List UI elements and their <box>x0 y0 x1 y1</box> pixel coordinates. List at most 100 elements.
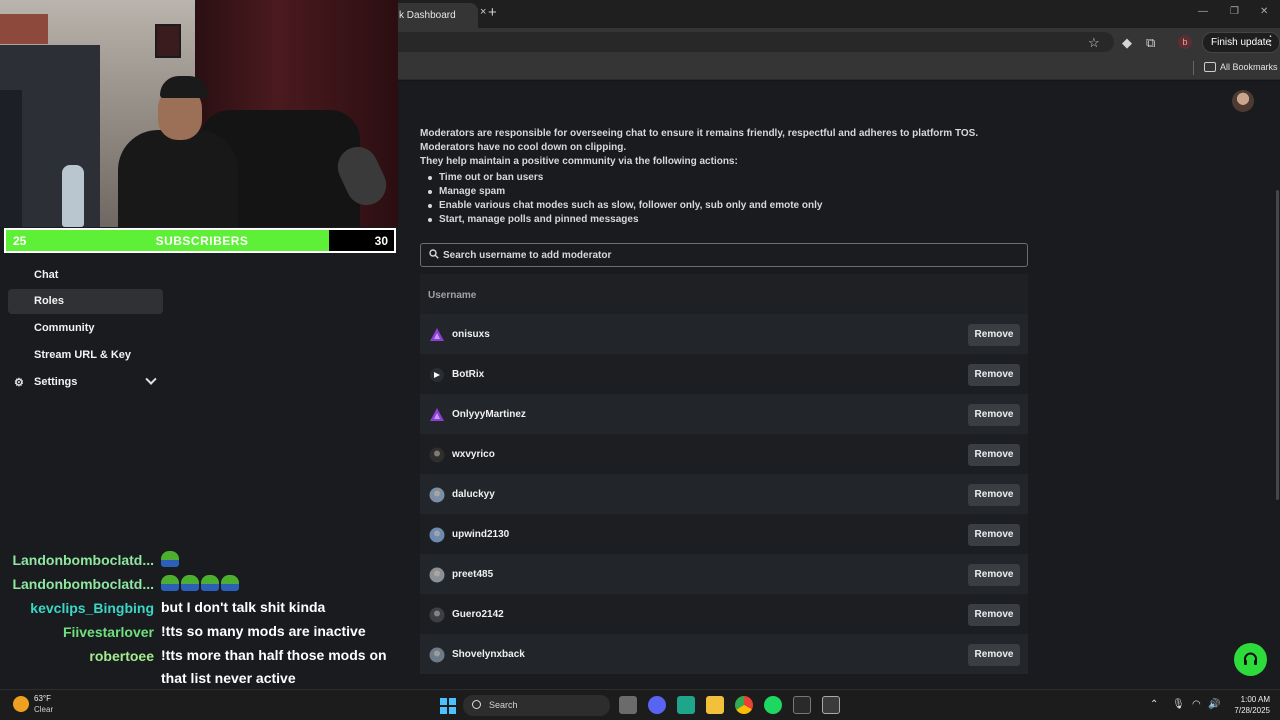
sidebar-item-label: Chat <box>34 269 59 281</box>
avatar-icon <box>429 487 445 503</box>
remove-moderator-button[interactable]: Remove <box>968 444 1020 466</box>
chat-username[interactable]: Landonbomboclatd... <box>12 552 154 568</box>
remove-moderator-button[interactable]: Remove <box>968 484 1020 506</box>
weather-moon-icon[interactable] <box>13 696 29 712</box>
chat-message-text: !tts so many mods are inactive <box>161 623 366 639</box>
epic-games-icon[interactable] <box>822 696 840 714</box>
chat-username[interactable]: robertoee <box>89 648 154 664</box>
close-window-icon[interactable]: ✕ <box>1260 6 1268 17</box>
chat-message-text: but I don't talk shit kinda <box>161 599 326 615</box>
table-row: upwind2130 Remove <box>420 514 1028 554</box>
taskbar-search-label: Search <box>489 700 518 710</box>
subscriber-goal-label: SUBSCRIBERS <box>155 234 249 248</box>
sidebar-item-settings[interactable]: ⚙ Settings <box>8 370 163 395</box>
remove-moderator-button[interactable]: Remove <box>968 404 1020 426</box>
tray-expand-icon[interactable]: ⌃ <box>1150 699 1158 710</box>
moderator-username: BotRix <box>452 369 485 380</box>
chat-text: but I don't talk shit kinda <box>161 596 396 619</box>
sidebar-item-community[interactable]: Community <box>8 316 163 341</box>
column-header-username: Username <box>420 274 1028 314</box>
chat-username[interactable]: Landonbomboclatd... <box>12 576 154 592</box>
tab-title: k Dashboard <box>399 10 456 21</box>
clock-date[interactable]: 7/28/2025 <box>1218 706 1270 715</box>
spotify-icon[interactable] <box>764 696 782 714</box>
new-tab-icon[interactable]: + <box>488 4 497 21</box>
taskbar-search[interactable]: Search <box>463 695 610 716</box>
moderator-username: OnlyyyMartinez <box>452 409 526 420</box>
tab-close-icon[interactable]: × <box>480 6 486 18</box>
cam-decor <box>160 76 208 98</box>
moderators-table: Username onisuxs Remove BotRix Remove Onlyyy… <box>420 274 1028 674</box>
sidebar-item-label: Stream URL & Key <box>34 349 131 361</box>
sidebar-item-label: Settings <box>34 376 78 388</box>
bookmarks-bar: All Bookmarks <box>398 56 1280 80</box>
cam-decor <box>155 24 181 58</box>
wifi-icon[interactable]: ◠ <box>1192 699 1201 710</box>
sidebar-item-label: Roles <box>34 295 64 307</box>
avatar-icon <box>429 607 445 623</box>
moderator-username: daluckyy <box>452 489 495 500</box>
action-item: Time out or ban users <box>420 171 1040 185</box>
file-explorer-icon[interactable] <box>706 696 724 714</box>
profile-avatar[interactable]: b <box>1178 35 1192 49</box>
weather-temperature: 63°F <box>34 694 51 703</box>
bookmark-star-icon[interactable]: ☆ <box>1088 35 1100 51</box>
screen: k Dashboard × + — ❐ ✕ ☆ ◆ ⧉ b Finish upd… <box>0 0 1280 720</box>
maximize-icon[interactable]: ❐ <box>1230 6 1239 17</box>
add-moderator-search[interactable]: Search username to add moderator <box>420 243 1028 267</box>
avatar-icon <box>429 647 445 663</box>
chat-username[interactable]: kevclips_Bingbing <box>30 600 154 616</box>
moderator-username: Shovelynxback <box>452 649 525 660</box>
action-item: Start, manage polls and pinned messages <box>420 213 1040 227</box>
moderator-username: preet485 <box>452 569 494 580</box>
minimize-icon[interactable]: — <box>1198 6 1208 17</box>
remove-moderator-button[interactable]: Remove <box>968 524 1020 546</box>
chat-message-text: !tts more than half those mods on that l… <box>161 647 387 686</box>
remove-moderator-button[interactable]: Remove <box>968 324 1020 346</box>
browser-tab-bar: k Dashboard × + — ❐ ✕ <box>398 0 1280 28</box>
table-row: OnlyyyMartinez Remove <box>420 394 1028 434</box>
all-bookmarks-link[interactable]: All Bookmarks <box>1220 62 1278 72</box>
moderator-username: upwind2130 <box>452 529 510 540</box>
chrome-icon[interactable] <box>735 696 753 714</box>
headset-icon <box>1244 652 1257 665</box>
extensions-puzzle-icon[interactable]: ⧉ <box>1146 35 1155 51</box>
search-icon <box>429 249 439 259</box>
moderator-username: Guero2142 <box>452 609 504 620</box>
call-of-duty-icon[interactable] <box>793 696 811 714</box>
remove-moderator-button[interactable]: Remove <box>968 644 1020 666</box>
microphone-icon[interactable]: 🎙 <box>1172 699 1185 710</box>
extension-diamond-icon[interactable]: ◆ <box>1122 35 1132 51</box>
table-row: Guero2142 Remove <box>420 594 1028 634</box>
task-view-icon[interactable] <box>619 696 637 714</box>
cam-decor <box>0 90 22 227</box>
remove-moderator-button[interactable]: Remove <box>968 604 1020 626</box>
sidebar-item-stream-url[interactable]: Stream URL & Key <box>8 343 163 368</box>
help-button[interactable] <box>1234 643 1267 676</box>
clock-time[interactable]: 1:00 AM <box>1228 695 1270 704</box>
sidebar-item-chat[interactable]: Chat <box>8 263 163 288</box>
tab-dashboard[interactable]: k Dashboard <box>398 3 478 28</box>
user-avatar[interactable] <box>1232 90 1254 112</box>
remove-moderator-button[interactable]: Remove <box>968 364 1020 386</box>
windows-start-icon[interactable] <box>440 698 456 714</box>
browser-menu-icon[interactable]: ⋮ <box>1264 33 1277 49</box>
chat-text: !tts so many mods are inactive <box>161 620 396 643</box>
intro-line: Moderators have no cool down on clipping… <box>420 142 627 153</box>
table-row: BotRix Remove <box>420 354 1028 394</box>
folder-icon[interactable] <box>1204 62 1216 72</box>
intro-line: Moderators are responsible for overseein… <box>420 128 979 139</box>
chevron-down-icon[interactable] <box>145 373 157 385</box>
chat-username[interactable]: Fiivestarlover <box>63 624 154 640</box>
discord-icon[interactable] <box>648 696 666 714</box>
sidebar-item-roles[interactable]: Roles <box>8 289 163 314</box>
remove-moderator-button[interactable]: Remove <box>968 564 1020 586</box>
cam-decor <box>62 165 84 227</box>
address-bar[interactable] <box>398 32 1114 52</box>
subscriber-goal: 30 <box>374 234 388 248</box>
webcam-feed <box>0 0 398 227</box>
app-icon[interactable] <box>677 696 695 714</box>
scrollbar-thumb[interactable] <box>1276 190 1279 500</box>
pepe-emote-icon <box>161 575 179 591</box>
table-row: daluckyy Remove <box>420 474 1028 514</box>
